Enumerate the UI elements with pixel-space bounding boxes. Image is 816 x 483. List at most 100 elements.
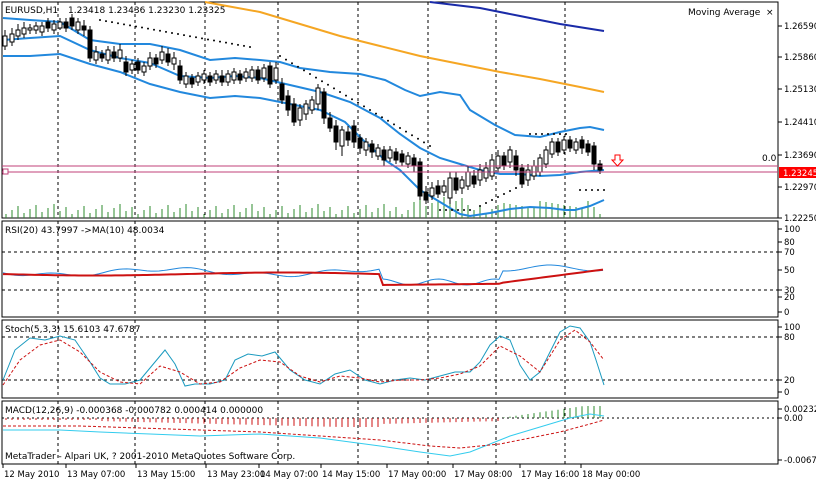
- candle-body: [543, 149, 549, 165]
- sar-dot: [99, 19, 101, 21]
- sar-dot: [165, 30, 167, 33]
- candle-body: [261, 67, 267, 79]
- candle-body: [63, 21, 69, 29]
- stoch-tick-label: 0: [784, 388, 789, 398]
- candle-body: [267, 65, 273, 85]
- candle-body: [285, 95, 291, 111]
- candle-body: [483, 167, 489, 179]
- stochastic-panel[interactable]: Stoch(5,3,3) 15.6103 47.6787: [1, 319, 779, 399]
- candle-body: [555, 141, 561, 153]
- candle-body: [585, 143, 591, 153]
- candle-body: [405, 155, 411, 165]
- sar-dot: [129, 24, 131, 27]
- candle-body: [129, 63, 135, 71]
- candle-body: [303, 103, 309, 115]
- level-handle-icon[interactable]: [2, 168, 9, 175]
- candle-body: [435, 185, 441, 195]
- sar-dot: [147, 27, 149, 30]
- candle-body: [153, 57, 159, 65]
- candle-body: [183, 75, 189, 85]
- macd-label: MACD(12,26,9) -0.000368 -0.000782 0.0004…: [5, 406, 263, 416]
- candle-body: [339, 129, 345, 147]
- macd-panel[interactable]: MACD(12,26,9) -0.000368 -0.000782 0.0004…: [1, 400, 779, 465]
- candle-body: [441, 185, 447, 193]
- sar-dot: [491, 199, 493, 201]
- sar-dot: [333, 87, 335, 90]
- rsi-panel[interactable]: RSI(20) 43.7997 ->MA(10) 48.0034: [1, 220, 779, 318]
- candle-body: [399, 153, 405, 163]
- price-tick-label: 1.26590: [784, 22, 816, 32]
- candle-body: [417, 161, 423, 197]
- candle-body: [171, 57, 177, 65]
- time-axis: 12 May 2010 13 May 07:00 13 May 15:00 13 Ma…: [2, 464, 640, 480]
- sar-dot: [535, 133, 537, 135]
- candle-body: [297, 107, 303, 121]
- sar-dot: [189, 35, 191, 38]
- candle-body: [207, 75, 213, 83]
- sar-dot: [141, 26, 143, 29]
- sar-dot: [339, 91, 341, 93]
- close-indicator-icon[interactable]: ×: [766, 8, 774, 18]
- sar-dot: [177, 33, 179, 36]
- sar-dot: [463, 209, 465, 211]
- candle-body: [513, 155, 519, 171]
- sar-dot: [417, 137, 419, 140]
- sar-dot: [515, 187, 517, 189]
- sar-dot: [237, 43, 239, 46]
- sar-dot: [213, 39, 215, 42]
- copyright-text: MetaTrader - Alpari UK, ? 2001-2010 Meta…: [5, 452, 295, 462]
- rsi-tick-label: 70: [784, 248, 795, 258]
- candle-body: [291, 103, 297, 123]
- sar-dot: [315, 76, 317, 79]
- sar-dot: [309, 73, 311, 75]
- candle-body: [51, 23, 57, 31]
- candle-body: [141, 65, 147, 73]
- sar-dot: [153, 28, 155, 31]
- sar-dot: [363, 105, 365, 108]
- candle-body: [423, 191, 429, 201]
- candle-body: [219, 75, 225, 83]
- sar-dot: [285, 58, 287, 61]
- sar-dot: [201, 37, 203, 40]
- candle-body: [537, 157, 543, 173]
- candle-body: [591, 145, 597, 165]
- sar-dot: [565, 133, 567, 135]
- candle-body: [147, 57, 153, 67]
- candle-body: [369, 143, 375, 153]
- candle-body: [279, 83, 285, 101]
- candle-body: [327, 117, 333, 129]
- price-tick-label: 1.22970: [784, 183, 816, 193]
- sar-dot: [529, 133, 531, 135]
- rsi-tick-label: 100: [784, 225, 800, 235]
- trading-chart[interactable]: EURUSD,H1 1.23418 1.23436 1.23230 1.2332…: [0, 0, 816, 483]
- sar-dot: [159, 29, 161, 32]
- sar-dot: [597, 189, 599, 191]
- candle-body: [75, 21, 81, 31]
- candle-body: [165, 53, 171, 63]
- sar-dot: [579, 189, 581, 191]
- candle-body: [117, 49, 123, 59]
- candle-body: [33, 25, 39, 31]
- sar-dot: [451, 209, 453, 211]
- sar-dot: [183, 34, 185, 37]
- main-panel[interactable]: EURUSD,H1 1.23418 1.23436 1.23230 1.2332…: [1, 1, 779, 219]
- candle-body: [549, 141, 555, 155]
- sar-dot: [439, 209, 441, 211]
- candle-body: [45, 21, 51, 29]
- candle-body: [135, 61, 141, 71]
- sar-dot: [503, 193, 505, 195]
- candle-body: [249, 69, 255, 79]
- candle-body: [579, 139, 585, 149]
- macd-axis: 0.00232320.00-0.0067312: [778, 405, 816, 466]
- sar-dot: [485, 202, 487, 204]
- candle-body: [69, 17, 75, 27]
- sar-dot: [249, 46, 251, 48]
- candle-body: [93, 51, 99, 61]
- sar-dot: [541, 133, 543, 135]
- time-tick-label: 14 May 15:00: [322, 470, 380, 480]
- sar-dot: [357, 101, 359, 104]
- candle-body: [9, 33, 15, 43]
- candle-body: [375, 147, 381, 157]
- sar-dot: [585, 189, 587, 191]
- time-tick-label: 17 May 16:00: [521, 470, 579, 480]
